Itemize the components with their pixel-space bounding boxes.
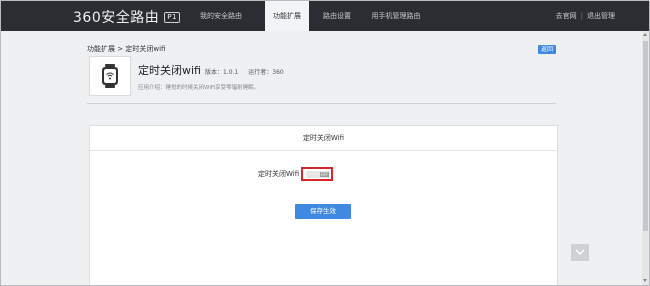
nav-item-mobile-manage[interactable]: 用手机管理路由 [366, 1, 426, 31]
panel-title: 定时关闭Wifi [90, 126, 557, 151]
scroll-down-arrow-icon[interactable] [643, 279, 647, 282]
top-navigation-bar: 360安全路由 P1 我的安全路由 功能扩展 路由设置 用手机管理路由 去官网 | 退… [1, 1, 649, 31]
breadcrumb-separator: > [117, 45, 124, 53]
top-right-links: 去官网 | 退出管理 [556, 1, 615, 31]
logo-badge: P1 [164, 12, 180, 23]
wifi-timer-label: 定时关闭Wifi [258, 170, 300, 178]
app-version: 版本：1.0.1 [205, 69, 239, 76]
breadcrumb: 功能扩展 > 定时关闭wifi [87, 44, 165, 54]
toggle-state: OFF [320, 172, 329, 177]
chevron-down-icon [575, 249, 585, 255]
save-button[interactable]: 保存生效 [295, 204, 351, 219]
section-divider [87, 103, 556, 104]
logo[interactable]: 360安全路由 P1 [73, 7, 180, 27]
scrollbar-thumb[interactable] [643, 41, 648, 231]
logout-link[interactable]: 退出管理 [587, 12, 615, 20]
breadcrumb-parent[interactable]: 功能扩展 [87, 45, 115, 53]
top-separator: | [580, 12, 583, 20]
browser-frame: 360安全路由 P1 我的安全路由 功能扩展 路由设置 用手机管理路由 去官网 | 退… [0, 0, 650, 286]
nav-item-extensions[interactable]: 功能扩展 [265, 1, 309, 31]
toggle-highlight-box: OFF [301, 167, 333, 181]
nav-item-router-settings[interactable]: 路由设置 [315, 1, 359, 31]
wifi-timer-toggle[interactable]: OFF [306, 171, 330, 178]
official-site-link[interactable]: 去官网 [556, 12, 577, 20]
app-title: 定时关闭wifi [138, 64, 201, 77]
nav-item-my-router[interactable]: 我的安全路由 [186, 1, 256, 31]
breadcrumb-current: 定时关闭wifi [125, 45, 166, 53]
scroll-up-arrow-icon[interactable] [643, 33, 647, 36]
back-button[interactable]: 返回 [538, 45, 556, 54]
app-runtime: 运行者：360 [248, 69, 284, 76]
watch-wifi-icon [102, 64, 118, 88]
app-meta: 版本：1.0.1 运行者：360 [205, 67, 294, 76]
settings-panel: 定时关闭Wifi 定时关闭Wifi OFF 保存生效 [89, 125, 558, 285]
logo-text: 360安全路由 [73, 10, 160, 26]
page-scrollbar[interactable] [642, 31, 649, 285]
app-description: 应用介绍：睡觉的时候关闭WiFi享受零辐射睡眠。 [138, 85, 260, 91]
scroll-down-button[interactable] [571, 244, 589, 261]
app-icon-box [89, 56, 131, 96]
